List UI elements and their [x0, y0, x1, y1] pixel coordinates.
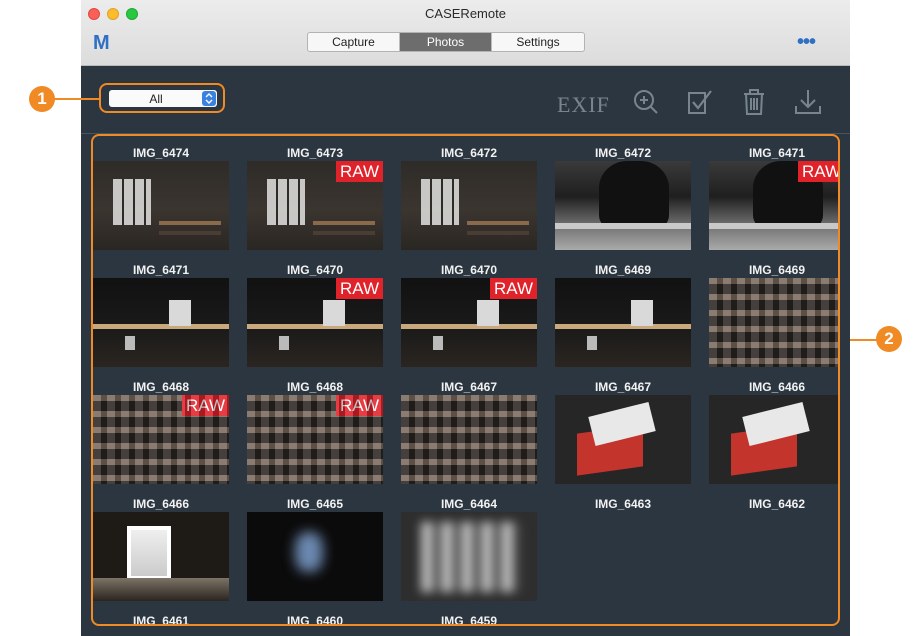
photo-filename: IMG_6471 — [132, 263, 190, 277]
photo-toolbar: All EXIF — [81, 66, 850, 134]
photo-filename: IMG_6466 — [132, 497, 190, 511]
photo-filename: IMG_6459 — [440, 614, 498, 626]
exif-button[interactable]: EXIF — [557, 92, 610, 118]
photo-filename: IMG_6473 — [286, 146, 344, 160]
photo-thumbnail[interactable]: RAW — [247, 161, 383, 250]
photo-thumbnail[interactable]: RAW — [93, 395, 229, 484]
photo-filename: IMG_6467 — [594, 380, 652, 394]
callout-line-1 — [50, 98, 101, 100]
photo-filename: IMG_6471 — [748, 146, 806, 160]
photo-filename: IMG_6468 — [286, 380, 344, 394]
photo-filename: IMG_6474 — [132, 146, 190, 160]
trash-icon[interactable] — [741, 88, 767, 121]
photo-thumbnail[interactable] — [93, 278, 229, 367]
photo-thumbnail[interactable] — [247, 512, 383, 601]
raw-badge: RAW — [335, 161, 383, 182]
filter-select[interactable]: All — [109, 90, 217, 107]
callout-badge-1: 1 — [29, 86, 55, 112]
raw-badge: RAW — [335, 278, 383, 299]
photo-filename: IMG_6468 — [132, 380, 190, 394]
photo-filename: IMG_6466 — [748, 380, 806, 394]
raw-badge: RAW — [489, 278, 537, 299]
photo-thumbnail[interactable] — [555, 161, 691, 250]
tab-settings[interactable]: Settings — [492, 33, 584, 51]
photo-thumbnail[interactable] — [555, 278, 691, 367]
app-window: CASERemote M Capture Photos Settings •••… — [81, 0, 850, 636]
photo-thumbnail[interactable] — [709, 278, 838, 367]
photo-filename: IMG_6472 — [594, 146, 652, 160]
photo-thumbnail[interactable] — [401, 395, 537, 484]
photo-filename: IMG_6469 — [594, 263, 652, 277]
raw-badge: RAW — [797, 161, 838, 182]
photo-thumbnail[interactable]: RAW — [247, 278, 383, 367]
photo-filename: IMG_6470 — [440, 263, 498, 277]
callout-badge-2: 2 — [876, 326, 902, 352]
photo-filename: IMG_6463 — [594, 497, 652, 511]
photo-thumbnail[interactable] — [93, 512, 229, 601]
photo-filename: IMG_6470 — [286, 263, 344, 277]
photo-thumbnail[interactable] — [401, 512, 537, 601]
photo-filename: IMG_6461 — [132, 614, 190, 626]
zoom-in-icon[interactable] — [632, 88, 660, 121]
filter-highlight: All — [99, 83, 225, 113]
title-bar: CASERemote M Capture Photos Settings ••• — [81, 0, 850, 66]
photo-thumbnail[interactable]: RAW — [401, 278, 537, 367]
raw-badge: RAW — [335, 395, 383, 416]
photo-thumbnail[interactable] — [401, 161, 537, 250]
photo-filename: IMG_6460 — [286, 614, 344, 626]
more-options-button[interactable]: ••• — [797, 31, 816, 54]
download-icon[interactable] — [794, 88, 822, 121]
photo-thumbnail[interactable]: RAW — [709, 161, 838, 250]
select-stepper-icon — [202, 91, 216, 106]
photo-filename: IMG_6472 — [440, 146, 498, 160]
tab-capture[interactable]: Capture — [308, 33, 400, 51]
select-check-icon[interactable] — [686, 88, 714, 121]
tab-bar: Capture Photos Settings — [307, 32, 585, 52]
photo-filename: IMG_6464 — [440, 497, 498, 511]
photo-filename: IMG_6465 — [286, 497, 344, 511]
window-title: CASERemote — [425, 6, 506, 21]
filter-value: All — [149, 92, 163, 106]
tab-photos[interactable]: Photos — [400, 33, 492, 51]
photo-grid-highlight: IMG_6474 IMG_6473 RAW IMG_6472 IMG_6472 IMG_6… — [91, 134, 840, 626]
photo-filename: IMG_6462 — [748, 497, 806, 511]
photo-thumbnail[interactable]: RAW — [247, 395, 383, 484]
photo-thumbnail[interactable] — [709, 395, 838, 484]
raw-badge: RAW — [181, 395, 229, 416]
photo-filename: IMG_6467 — [440, 380, 498, 394]
photo-thumbnail[interactable] — [93, 161, 229, 250]
photo-filename: IMG_6469 — [748, 263, 806, 277]
app-logo: M — [93, 32, 110, 54]
photo-thumbnail[interactable] — [555, 395, 691, 484]
